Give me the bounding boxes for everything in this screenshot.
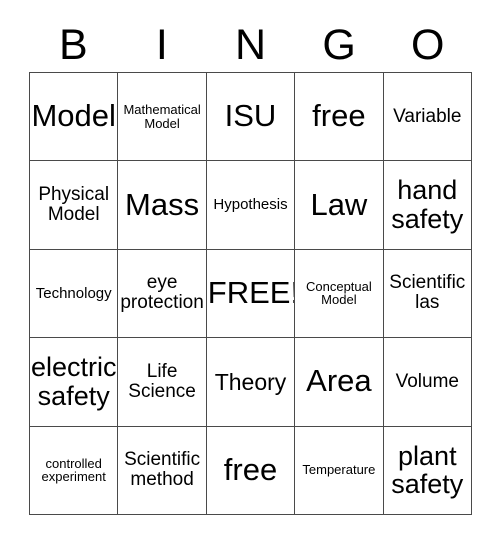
bingo-cell[interactable]: Scientific method [118,426,207,515]
bingo-grid: Model Mathematical Model ISU free Variab… [29,72,472,515]
bingo-cell-label: eye protection [120,272,204,314]
header-letter-i: I [155,20,168,69]
bingo-cell[interactable]: Temperature [295,426,384,515]
bingo-cell-label: Life Science [128,360,196,402]
bingo-cell-label: Variable [393,105,462,127]
header-letter-o: O [410,20,445,69]
bingo-cell[interactable]: Conceptual Model [295,249,384,339]
bingo-cell-label: Volume [395,370,459,392]
bingo-cell-label: Physical Model [38,183,110,226]
bingo-cell-label: Technology [35,284,112,302]
header-letter-g: G [322,20,356,69]
bingo-cell[interactable]: hand safety [383,161,472,250]
bingo-cell[interactable]: Mass [118,161,207,250]
header-letter-b: B [58,20,88,69]
bingo-cell[interactable]: Law [295,161,384,250]
bingo-cell[interactable]: plant safety [383,426,472,515]
bingo-card: B I N G O Model Mathematical Model ISU f… [0,0,500,544]
bingo-cell[interactable]: Life Science [118,338,207,427]
bingo-cell-label: electric safety [31,352,117,411]
bingo-cell-label: free [223,451,278,487]
bingo-cell[interactable]: Area [295,338,384,427]
bingo-cell-label: plant safety [391,440,464,500]
bingo-cell[interactable]: Hypothesis [206,161,296,250]
bingo-cell[interactable]: Scientific las [383,249,472,339]
bingo-cell[interactable]: free [206,426,296,515]
bingo-cell[interactable]: electric safety [30,338,119,427]
bingo-cell-label: Scientific method [124,449,201,491]
header-letter-n: N [234,20,267,69]
bingo-cell-label: hand safety [391,175,464,235]
bingo-cell-label: Conceptual Model [306,278,372,308]
bingo-cell[interactable]: Mathematical Model [118,73,207,162]
bingo-cell[interactable]: Volume [383,338,472,427]
bingo-cell-label: Theory [214,368,287,395]
bingo-cell-label: Temperature [302,462,376,478]
bingo-cell[interactable]: eye protection [118,249,207,339]
bingo-header: B I N G O [29,18,472,72]
bingo-cell[interactable]: Variable [383,73,472,162]
bingo-cell-label: free [312,98,366,134]
bingo-cell[interactable]: Physical Model [30,161,119,250]
bingo-cell-label: Model [31,98,116,134]
bingo-cell[interactable]: free [295,73,384,162]
bingo-cell-label: controlled experiment [41,455,106,485]
bingo-cell-label: ISU [224,98,277,134]
bingo-cell-label: Mathematical Model [123,101,201,131]
bingo-cell-free[interactable]: FREE! [206,249,296,339]
bingo-cell[interactable]: ISU [206,73,296,162]
bingo-cell[interactable]: Technology [30,249,119,339]
bingo-cell-label: Hypothesis [213,196,288,214]
bingo-cell-label: Law [310,186,368,222]
bingo-cell[interactable]: controlled experiment [30,426,119,515]
bingo-cell-label: Scientific las [389,272,466,314]
bingo-cell-label: FREE! [207,275,296,311]
bingo-cell-label: Mass [125,186,200,222]
bingo-cell-label: Area [306,363,372,399]
bingo-cell[interactable]: Model [30,73,119,162]
bingo-cell[interactable]: Theory [206,338,296,427]
